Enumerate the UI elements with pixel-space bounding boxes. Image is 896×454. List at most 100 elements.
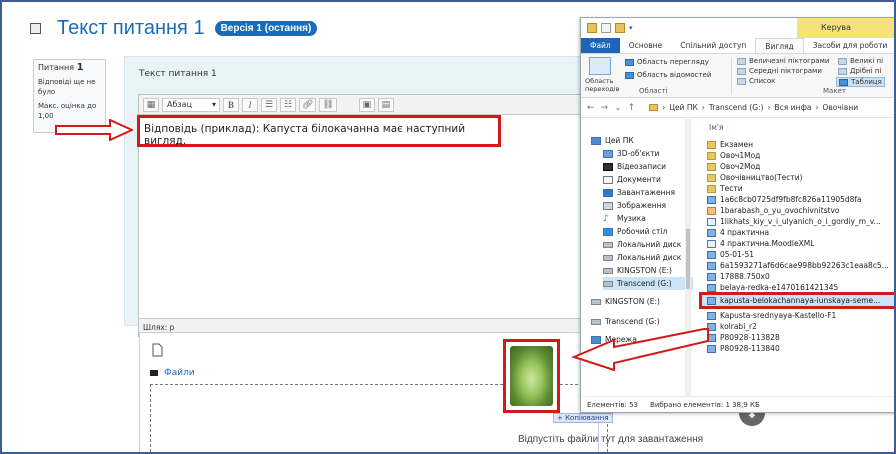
preview-pane-icon [625, 58, 634, 66]
nav-item-kingston-root[interactable]: KINGSTON (E:) [591, 295, 691, 308]
breadcrumb-item[interactable]: Вся инфа [775, 103, 812, 112]
list-item[interactable]: 4 практична.MoodleXML [707, 238, 894, 249]
chevron-down-icon[interactable]: ⌄ [614, 103, 622, 113]
file-name: 05-01-51 [720, 250, 755, 259]
nav-item-kingston[interactable]: KINGSTON (E:) [603, 264, 693, 277]
tab-share[interactable]: Спільний доступ [671, 38, 755, 53]
document-file-icon [707, 217, 716, 226]
address-bar[interactable]: ← → ⌄ ↑ › Цей ПК › Transcend (G:) › Вся … [581, 98, 894, 118]
manage-tab[interactable]: Керува [797, 18, 894, 38]
list-item[interactable]: Тести [707, 183, 894, 194]
nav-item-label: Локальний диск [617, 253, 682, 262]
small-icons-icon [838, 67, 847, 75]
nav-item-3d[interactable]: 3D-об'єкти [603, 147, 693, 160]
file-name: Екзамен [720, 140, 754, 149]
list-item[interactable]: 6a1593271af6d6cae998bb92263c1eaa8c5... [707, 260, 894, 271]
small-icons-button[interactable]: Дрібні пі [838, 67, 881, 75]
list-item[interactable]: Екзамен [707, 139, 894, 150]
table-view-button[interactable]: Таблиця [836, 77, 885, 87]
file-name: Овоч1Мод [720, 151, 761, 160]
details-pane-icon [625, 71, 634, 79]
numbered-list-icon[interactable]: ☷ [280, 97, 296, 112]
file-name: kolrabi_r2 [720, 322, 757, 331]
media-icon[interactable]: ▤ [377, 97, 394, 112]
breadcrumb-item[interactable]: Цей ПК [669, 103, 698, 112]
tab-tools[interactable]: Засоби для роботи [804, 38, 894, 53]
image-file-icon [707, 261, 716, 270]
nav-item-local-disk-d[interactable]: Локальний диск [603, 251, 693, 264]
format-select[interactable]: Абзац ▾ [162, 97, 220, 112]
large-icons-button[interactable]: Великі пі [838, 57, 883, 65]
huge-icons-button[interactable]: Величезні піктограми [737, 57, 829, 65]
list-item[interactable]: Kapusta-srednyaya-Kastello-F1 [707, 310, 894, 321]
pdf-file-icon [707, 206, 716, 215]
nav-item-label: Transcend (G:) [605, 317, 660, 326]
medium-icons-button[interactable]: Середні піктограми [737, 67, 822, 75]
column-header-name[interactable]: Ім'я [709, 123, 723, 132]
answer-text-highlight[interactable]: Відповідь (приклад): Капуста білокачанна… [137, 115, 501, 147]
desktop-icon [603, 227, 613, 236]
image-icon[interactable]: ▣ [358, 97, 375, 112]
item-count: Елементів: 53 [587, 400, 639, 409]
list-item[interactable]: P80928-113840 [707, 343, 894, 354]
flag-checkbox[interactable] [30, 22, 41, 34]
nav-item-this-pc[interactable]: Цей ПК [591, 134, 691, 147]
file-picker-icon[interactable] [150, 343, 164, 357]
list-item[interactable]: 05-01-51 [707, 249, 894, 260]
screenshot-frame: Текст питання 1 Версія 1 (остання) Питан… [2, 2, 894, 452]
list-item[interactable]: Овоч1Мод [707, 150, 894, 161]
nav-item-transcend[interactable]: Transcend (G:) [603, 277, 693, 290]
tab-view[interactable]: Вигляд [755, 38, 804, 53]
image-file-icon [707, 283, 716, 292]
toolbar-toggle-icon[interactable]: ▦ [143, 97, 159, 112]
nav-item-pictures[interactable]: Зображення [603, 199, 693, 212]
question-number: Питання 1 [38, 63, 101, 73]
list-item[interactable]: 17888.750x0 [707, 271, 894, 282]
breadcrumb-item[interactable]: Transcend (G:) [709, 103, 764, 112]
nav-item-videos[interactable]: Відеозаписи [603, 160, 693, 173]
list-item[interactable]: 1likhats_kiy_v_i_ulyanich_o_i_gordiy_m_v… [707, 216, 894, 227]
nav-item-desktop[interactable]: Робочий стіл [603, 225, 693, 238]
list-item[interactable]: P80928-113828 [707, 332, 894, 343]
list-item[interactable]: Овочівництво(Тести) [707, 172, 894, 183]
list-item[interactable]: 1a6c8cb0725df9fb8fc826a11905d8fa [707, 194, 894, 205]
nav-item-label: KINGSTON (E:) [605, 297, 660, 306]
forward-arrow-icon[interactable]: → [601, 103, 609, 113]
red-arrow-icon [571, 328, 709, 372]
list-item[interactable]: 4 практична [707, 227, 894, 238]
nav-item-local-disk-c[interactable]: Локальний диск [603, 238, 693, 251]
nav-item-documents[interactable]: Документи [603, 173, 693, 186]
selected-info: Вибрано елементів: 1 38,9 КБ [650, 400, 760, 409]
files-folder-label[interactable]: Файли [150, 368, 195, 378]
selected-file-row[interactable]: kapusta-belokachannaya-iunskaya-seme... [699, 292, 894, 309]
tab-file[interactable]: Файл [581, 38, 620, 53]
list-item[interactable]: kolrabi_r2 [707, 321, 894, 332]
breadcrumb-item[interactable]: Овочівни [822, 103, 858, 112]
list-item[interactable]: Овоч2Мод [707, 161, 894, 172]
up-arrow-icon[interactable]: ↑ [628, 103, 636, 113]
nav-pane-button[interactable]: Область переходів [585, 77, 619, 93]
chevron-down-icon[interactable]: ▾ [629, 24, 633, 32]
drive-icon [603, 254, 613, 261]
nav-item-downloads[interactable]: Завантаження [603, 186, 693, 199]
nav-pane-icon[interactable] [589, 57, 611, 75]
checkbox-icon[interactable] [601, 23, 611, 33]
bold-button[interactable]: B [223, 97, 239, 112]
folder-icon [707, 162, 716, 171]
tab-home[interactable]: Основне [620, 38, 671, 53]
nav-scrollbar-thumb[interactable] [686, 229, 690, 289]
nav-item-music[interactable]: ♪ Музика [603, 212, 693, 225]
link-icon[interactable]: 🔗︎ [299, 97, 317, 112]
list-view-button[interactable]: Список [737, 77, 775, 85]
unlink-icon[interactable]: ⛓︎ [319, 97, 337, 112]
italic-button[interactable]: I [242, 97, 258, 112]
dragged-image-thumbnail[interactable] [503, 339, 560, 413]
bullet-list-icon[interactable]: ☰ [261, 97, 277, 112]
back-arrow-icon[interactable]: ← [587, 103, 595, 113]
preview-pane-button[interactable]: Область перегляду [625, 58, 709, 66]
nav-item-label: Відеозаписи [617, 162, 666, 171]
details-pane-button[interactable]: Область відомостей [625, 71, 711, 79]
details-pane-label: Область відомостей [637, 71, 712, 79]
nav-item-label: Документи [617, 175, 661, 184]
list-item[interactable]: 1barabash_o_yu_ovochivnitstvo [707, 205, 894, 216]
